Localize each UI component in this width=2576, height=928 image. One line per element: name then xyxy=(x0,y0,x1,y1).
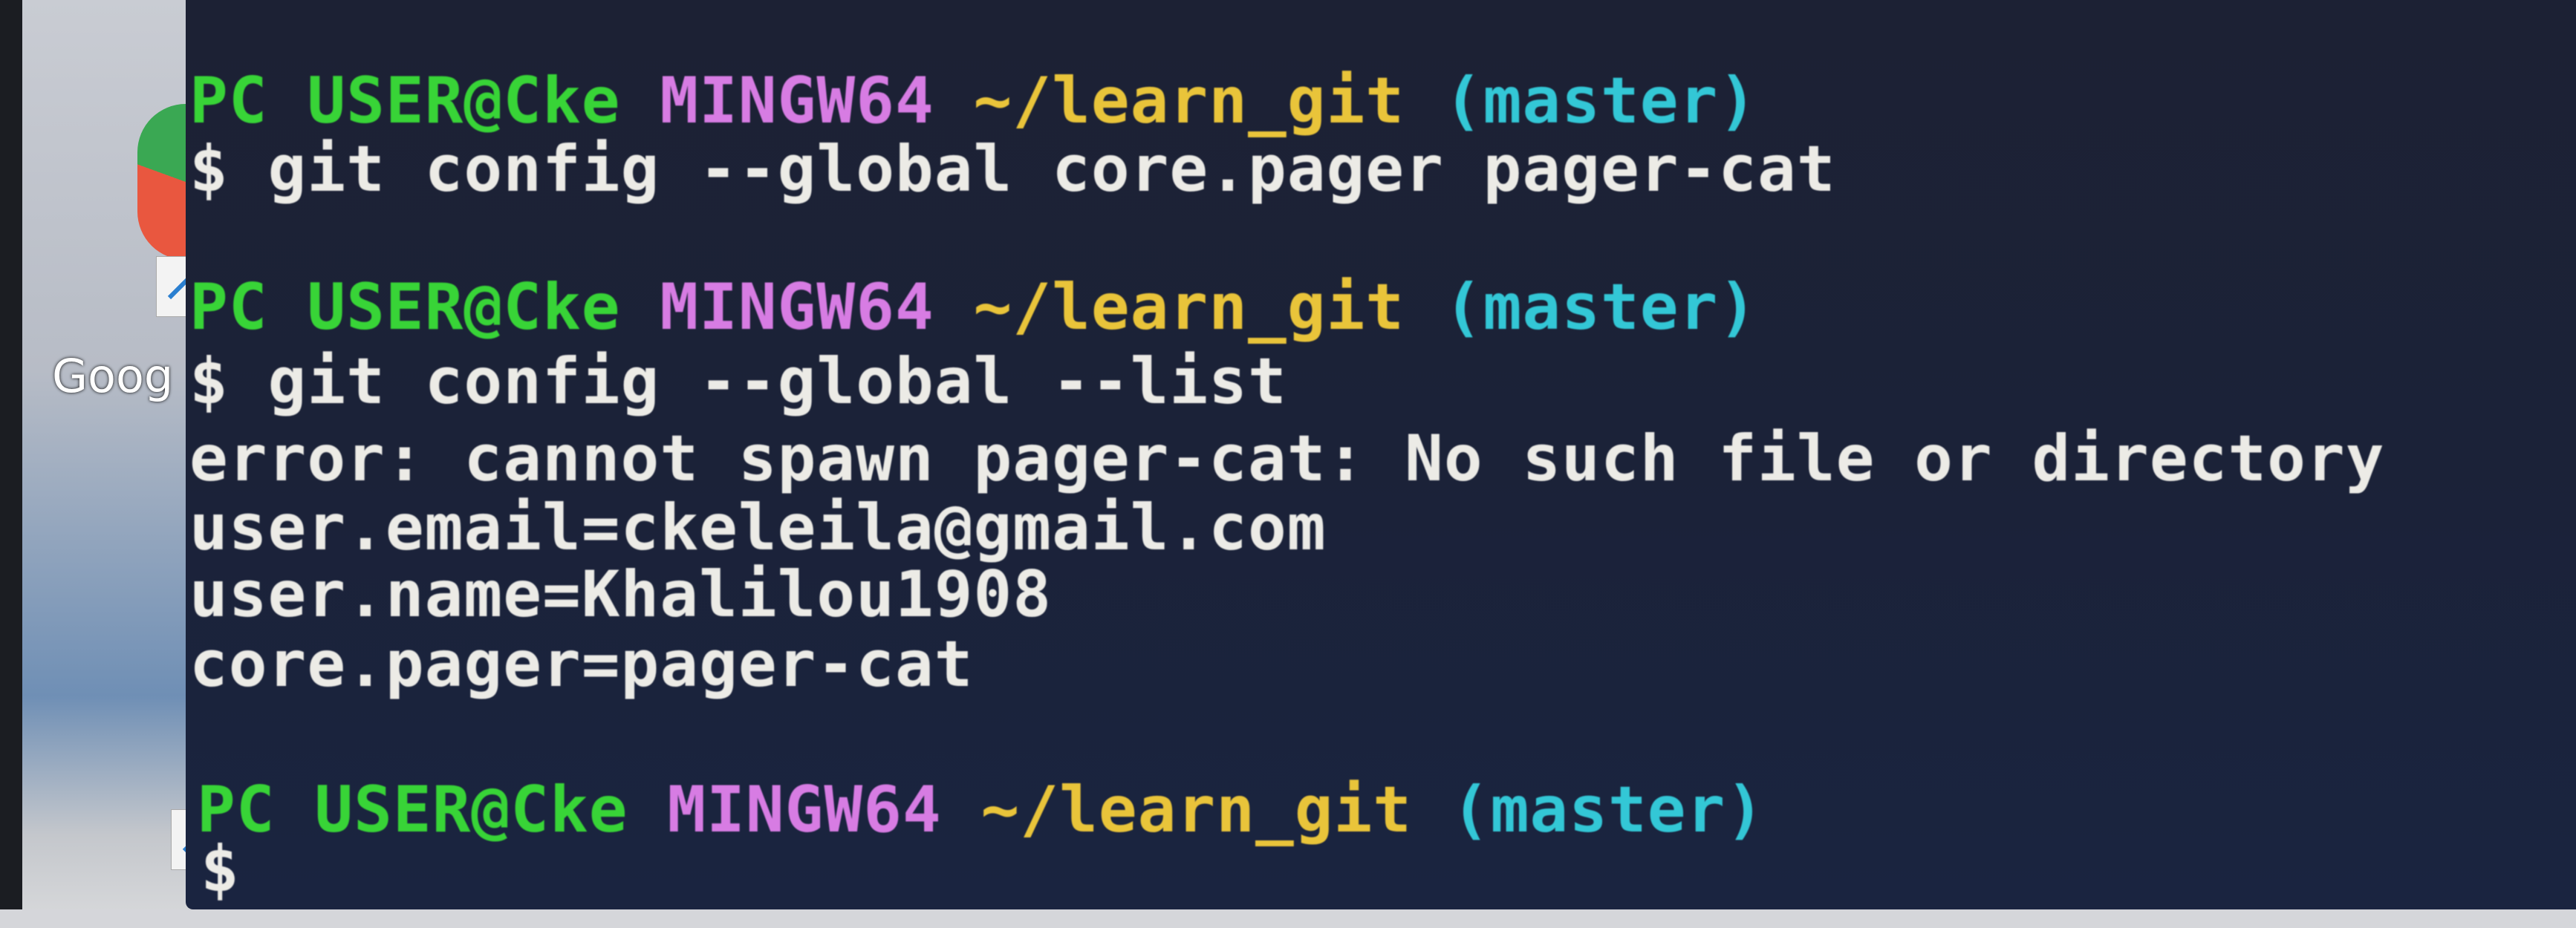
desktop-shortcut-label[interactable]: Goog xyxy=(52,349,173,403)
output-line: core.pager=pager-cat xyxy=(189,627,974,702)
screen-bezel xyxy=(0,0,22,928)
output-line: user.email=ckeleila@gmail.com xyxy=(189,491,1327,565)
prompt-branch: (master) xyxy=(1443,270,1758,344)
command-line: $ git config --global --list xyxy=(189,344,1287,419)
taskbar xyxy=(0,909,2576,928)
prompt-user-host: PC USER@Cke xyxy=(189,270,621,344)
command-line: $ git config --global core.pager pager-c… xyxy=(189,132,1836,206)
prompt-user-host: PC USER@Cke xyxy=(189,64,621,138)
prompt-user-host: PC USER@Cke xyxy=(197,773,628,847)
prompt-system: MINGW64 xyxy=(667,773,942,847)
command-input-line[interactable]: $ xyxy=(201,835,240,904)
prompt-line: PC USER@Cke MINGW64 ~/learn_git (master) xyxy=(189,67,1757,136)
prompt-line: PC USER@Cke MINGW64 ~/learn_git (master) xyxy=(189,273,1757,342)
prompt-path: ~/learn_git xyxy=(980,773,1413,847)
prompt-line: PC USER@Cke MINGW64 ~/learn_git (master) xyxy=(197,776,1765,845)
prompt-branch: (master) xyxy=(1443,64,1758,138)
output-error-line: error: cannot spawn pager-cat: No such f… xyxy=(189,422,2385,496)
prompt-branch: (master) xyxy=(1451,773,1766,847)
prompt-system: MINGW64 xyxy=(660,64,934,138)
prompt-path: ~/learn_git xyxy=(973,270,1405,344)
output-line: user.name=Khalilou1908 xyxy=(189,558,1053,632)
prompt-path: ~/learn_git xyxy=(973,64,1405,138)
prompt-system: MINGW64 xyxy=(660,270,934,344)
